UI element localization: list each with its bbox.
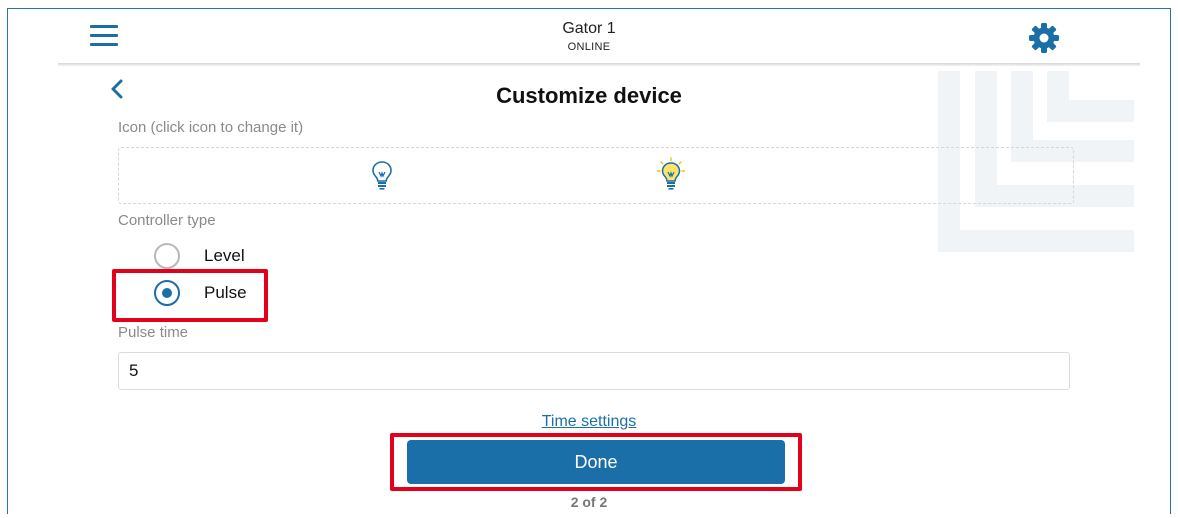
controller-type-label: Controller type bbox=[118, 212, 216, 229]
icon-section-label: Icon (click icon to change it) bbox=[118, 119, 304, 136]
pulse-time-input[interactable] bbox=[118, 352, 1070, 390]
radio-label-pulse: Pulse bbox=[204, 283, 247, 302]
radio-option-pulse[interactable]: Pulse bbox=[154, 279, 247, 307]
lightbulb-on-icon[interactable] bbox=[656, 157, 686, 191]
done-button[interactable]: Done bbox=[407, 440, 785, 484]
page-title: Customize device bbox=[496, 83, 682, 108]
device-status: ONLINE bbox=[567, 41, 611, 53]
device-title-block: Gator 1 ONLINE bbox=[8, 20, 1170, 54]
step-indicator: 2 of 2 bbox=[570, 494, 608, 510]
device-name: Gator 1 bbox=[562, 20, 616, 37]
time-settings-link[interactable]: Time settings bbox=[542, 413, 637, 430]
radio-label-level: Level bbox=[204, 246, 245, 265]
pulse-time-label: Pulse time bbox=[118, 324, 189, 341]
app-window: Gator 1 ONLINE Customize device Icon (cl… bbox=[7, 8, 1171, 514]
radio-button-level[interactable] bbox=[154, 243, 180, 269]
time-settings-link-row: Time settings bbox=[8, 413, 1170, 431]
radio-button-pulse[interactable] bbox=[154, 280, 180, 306]
gear-icon[interactable] bbox=[1028, 22, 1060, 54]
header-divider bbox=[58, 63, 1140, 66]
radio-option-level[interactable]: Level bbox=[154, 242, 245, 270]
lightbulb-off-icon[interactable] bbox=[371, 160, 393, 190]
top-bar: Gator 1 ONLINE bbox=[8, 9, 1170, 64]
icon-picker bbox=[118, 147, 1074, 204]
